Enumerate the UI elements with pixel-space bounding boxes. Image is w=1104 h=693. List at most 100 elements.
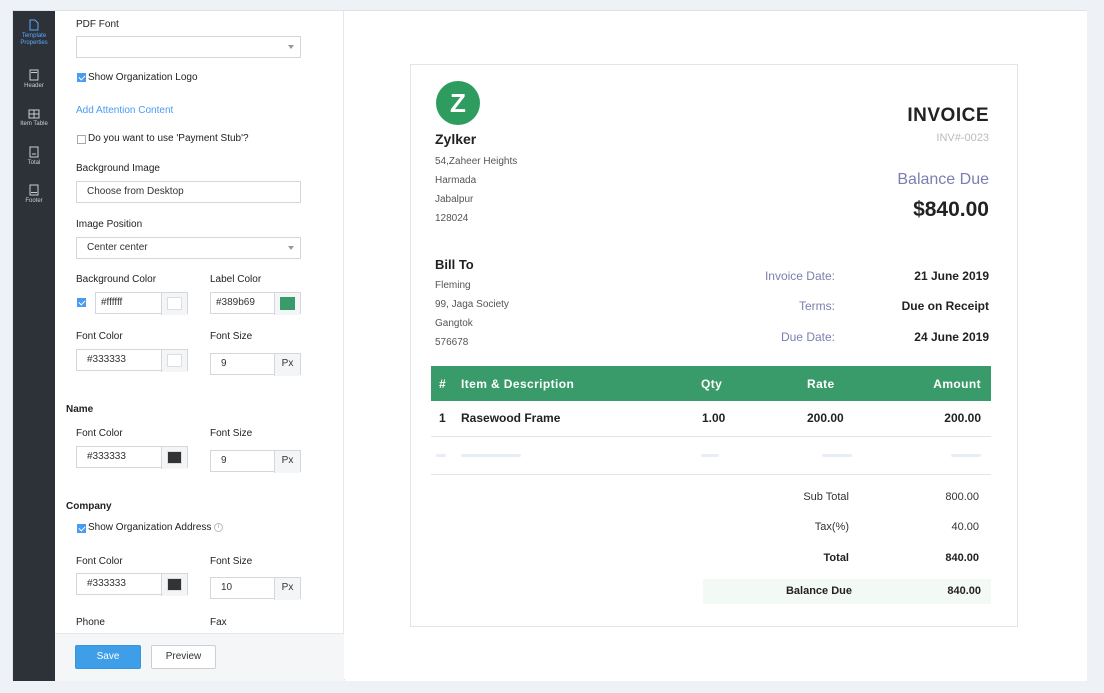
total-label: Total: [823, 552, 849, 564]
total-icon: [29, 146, 39, 158]
item-table-header: # Item & Description Qty Rate Amount: [431, 366, 991, 401]
background-color-input[interactable]: #ffffff: [95, 292, 188, 315]
color-picker[interactable]: [161, 350, 187, 372]
background-color-checkbox[interactable]: [77, 298, 86, 307]
name-font-color-value: #333333: [87, 451, 126, 462]
color-picker[interactable]: [161, 293, 187, 315]
pdf-font-label: PDF Font: [76, 19, 119, 30]
document-icon: [29, 19, 39, 31]
row-divider: [431, 474, 991, 475]
bill-to-line: Gangtok: [435, 318, 473, 329]
table-icon: [28, 109, 40, 119]
properties-panel: PDF Font Show Organization Logo Add Atte…: [55, 11, 344, 681]
px-unit: Px: [274, 354, 300, 376]
sidebar-item-footer[interactable]: Footer: [13, 184, 55, 205]
background-image-label: Background Image: [76, 163, 160, 174]
balance-due-label: Balance Due: [897, 171, 989, 188]
bill-to-line: 99, Jaga Society: [435, 299, 509, 310]
placeholder-bar: [436, 454, 446, 457]
name-section-title: Name: [66, 404, 94, 415]
company-font-size-label: Font Size: [210, 556, 253, 567]
color-swatch: [280, 297, 295, 310]
col-item: Item & Description: [461, 377, 575, 391]
font-color-value: #333333: [87, 354, 126, 365]
color-swatch: [167, 451, 182, 464]
name-font-size-label: Font Size: [210, 428, 253, 439]
show-org-address-label: Show Organization Address: [88, 522, 212, 533]
row-qty: 1.00: [702, 411, 726, 425]
balance-due-amount: $840.00: [913, 198, 989, 221]
pdf-font-select[interactable]: [76, 36, 301, 58]
panel-footer: Save Preview: [55, 633, 344, 681]
color-swatch: [167, 354, 182, 367]
sidebar-item-label: Template Properties: [20, 33, 48, 46]
image-position-select[interactable]: Center center: [76, 237, 301, 259]
color-picker[interactable]: [274, 293, 300, 315]
sidebar-item-header[interactable]: Header: [13, 69, 55, 90]
invoice-number: INV#-0023: [936, 132, 989, 144]
company-font-color-label: Font Color: [76, 556, 123, 567]
row-rate: 200.00: [807, 411, 844, 425]
balance-due-row-value: 840.00: [947, 585, 981, 597]
px-unit: Px: [274, 578, 300, 600]
name-font-size-input[interactable]: 9 Px: [210, 450, 301, 473]
company-font-color-input[interactable]: #333333: [76, 573, 188, 596]
company-address-line: Harmada: [435, 175, 477, 186]
row-item: Rasewood Frame: [461, 411, 561, 425]
save-button[interactable]: Save: [75, 645, 141, 669]
phone-label: Phone: [76, 617, 105, 628]
placeholder-bar: [701, 454, 719, 457]
bill-to-label: Bill To: [435, 257, 474, 272]
image-position-value: Center center: [87, 242, 148, 253]
info-icon[interactable]: i: [214, 523, 223, 532]
header-icon: [29, 69, 39, 81]
bill-to-line: 576678: [435, 337, 469, 348]
name-font-color-label: Font Color: [76, 428, 123, 439]
sidebar-item-label: Header: [24, 83, 44, 89]
show-org-address-checkbox[interactable]: [77, 524, 86, 533]
name-font-size-value: 9: [221, 455, 227, 466]
label-color-label: Label Color: [210, 274, 262, 285]
color-picker[interactable]: [161, 447, 187, 469]
show-logo-checkbox[interactable]: [77, 73, 86, 82]
sidebar-item-item-table[interactable]: Item Table: [13, 109, 55, 128]
color-picker[interactable]: [161, 574, 187, 596]
chevron-down-icon: [288, 45, 294, 49]
company-address-line: 54,Zaheer Heights: [435, 156, 518, 167]
total-value: 840.00: [945, 552, 979, 564]
label-color-input[interactable]: #389b69: [210, 292, 301, 315]
company-address-line: 128024: [435, 213, 469, 224]
label-color-value: #389b69: [216, 297, 255, 308]
invoice-paper: Z Zylker 54,Zaheer Heights Harmada Jabal…: [410, 64, 1018, 627]
payment-stub-label: Do you want to use 'Payment Stub'?: [88, 133, 249, 144]
background-color-label: Background Color: [76, 274, 157, 285]
choose-file-button[interactable]: Choose from Desktop: [76, 181, 301, 203]
sidebar-item-label: Footer: [25, 198, 43, 204]
add-attention-link[interactable]: Add Attention Content: [76, 105, 173, 116]
tax-value: 40.00: [951, 521, 979, 533]
placeholder-bar: [822, 454, 852, 457]
color-swatch: [167, 297, 182, 310]
show-logo-label: Show Organization Logo: [88, 72, 198, 83]
col-qty: Qty: [701, 377, 723, 391]
chevron-down-icon: [288, 246, 294, 250]
font-size-input[interactable]: 9 Px: [210, 353, 301, 376]
sidebar-item-label: Total: [27, 160, 41, 166]
tax-label: Tax(%): [814, 521, 849, 533]
sidebar-rail: Template Properties Header Item Table To…: [13, 11, 55, 681]
preview-button[interactable]: Preview: [151, 645, 216, 669]
company-font-size-input[interactable]: 10 Px: [210, 577, 301, 600]
company-name: Zylker: [435, 131, 477, 147]
fax-label: Fax: [210, 617, 227, 628]
placeholder-bar: [951, 454, 981, 457]
col-number: #: [439, 377, 447, 391]
sidebar-item-total[interactable]: Total: [13, 146, 55, 167]
payment-stub-checkbox[interactable]: [77, 135, 86, 144]
font-color-input[interactable]: #333333: [76, 349, 188, 372]
invoice-date-value: 21 June 2019: [914, 269, 989, 283]
name-font-color-input[interactable]: #333333: [76, 446, 188, 469]
sidebar-item-template-properties[interactable]: Template Properties: [13, 19, 55, 47]
color-swatch: [167, 578, 182, 591]
due-date-label: Due Date:: [780, 330, 835, 344]
row-number: 1: [439, 411, 446, 425]
